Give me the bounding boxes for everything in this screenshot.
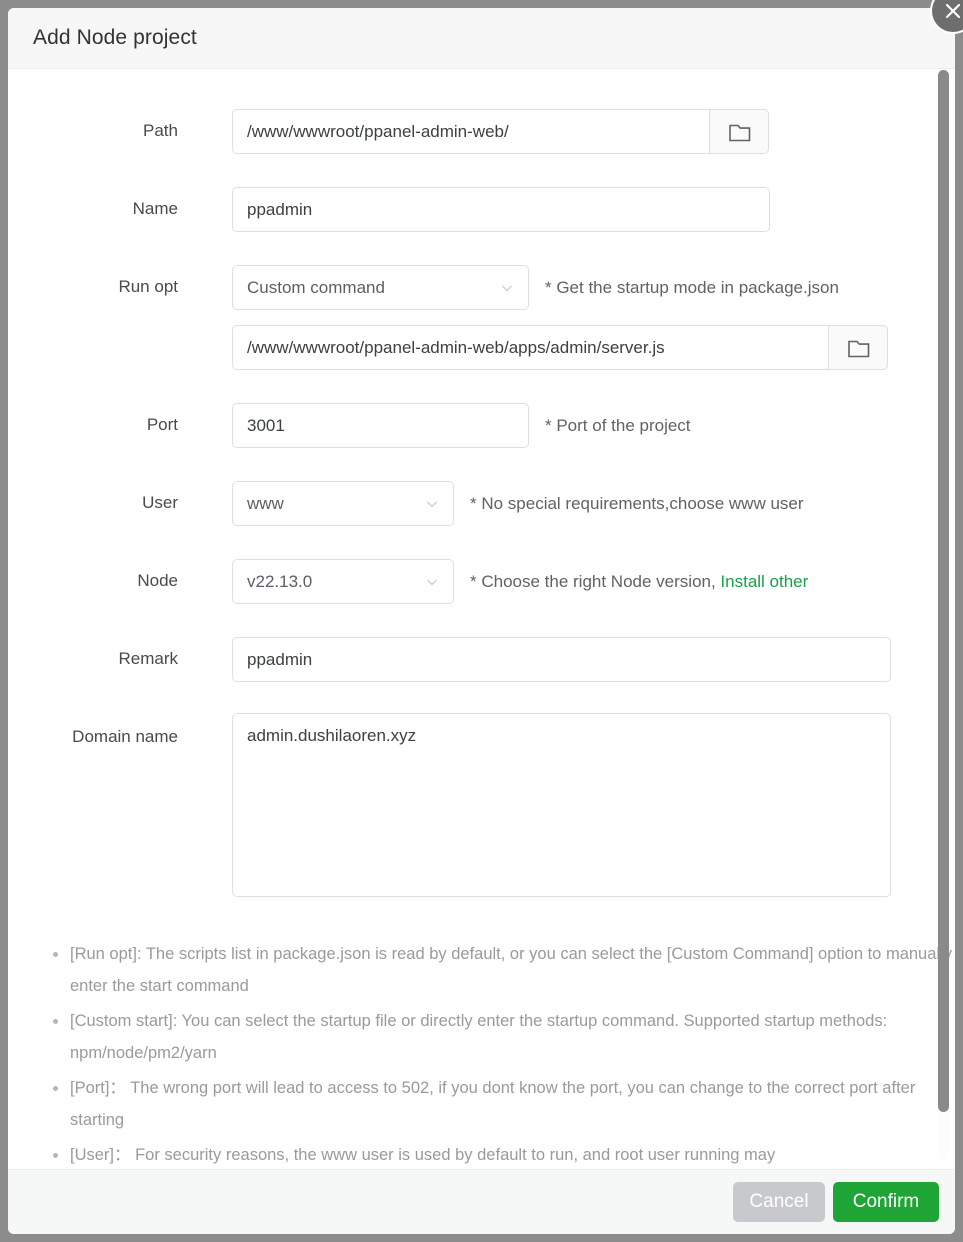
- add-node-project-dialog: Add Node project Path /www/wwwroot/ppane…: [8, 8, 955, 1234]
- remark-input[interactable]: [232, 637, 891, 682]
- node-select[interactable]: v22.13.0: [232, 559, 454, 604]
- node-label: Node: [137, 571, 178, 590]
- name-label: Name: [132, 199, 178, 218]
- user-label: User: [142, 493, 178, 512]
- list-item: [Custom start]: You can select the start…: [53, 1005, 955, 1069]
- screen: Add Node project Path /www/wwwroot/ppane…: [0, 0, 963, 1242]
- domain-textarea[interactable]: admin.dushilaoren.xyz: [232, 713, 891, 897]
- bottom-chrome-strip: [0, 1234, 963, 1242]
- port-input[interactable]: [232, 403, 529, 448]
- command-input[interactable]: [232, 325, 829, 370]
- dialog-body: Path Name: [8, 69, 955, 1169]
- run-opt-selected-value: Custom command: [247, 278, 385, 297]
- node-hint-prefix: * Choose the right Node version,: [470, 572, 721, 591]
- path-browse-button[interactable]: [709, 109, 769, 154]
- node-hint: * Choose the right Node version, Install…: [470, 572, 808, 592]
- top-chrome-strip: [0, 0, 963, 8]
- remark-label: Remark: [118, 649, 178, 668]
- path-input[interactable]: [232, 109, 710, 154]
- user-selected-value: www: [247, 494, 284, 513]
- name-input[interactable]: [232, 187, 770, 232]
- run-opt-select[interactable]: Custom command: [232, 265, 529, 310]
- cancel-button[interactable]: Cancel: [733, 1182, 825, 1222]
- left-chrome-strip: [0, 0, 8, 1242]
- path-label: Path: [143, 121, 178, 140]
- port-hint: * Port of the project: [545, 416, 691, 435]
- run-opt-hint: * Get the startup mode in package.json: [545, 278, 839, 297]
- list-item: [Run opt]: The scripts list in package.j…: [53, 938, 955, 1002]
- command-browse-button[interactable]: [828, 325, 888, 370]
- dialog-header: Add Node project: [8, 8, 955, 69]
- user-select[interactable]: www: [232, 481, 454, 526]
- list-item: [User]： For security reasons, the www us…: [53, 1139, 955, 1169]
- port-label: Port: [146, 415, 178, 434]
- dialog-footer: Cancel Confirm: [8, 1169, 955, 1234]
- dialog-scrollbar-thumb[interactable]: [938, 70, 949, 1112]
- page-title: Add Node project: [33, 26, 197, 49]
- install-other-link[interactable]: Install other: [720, 572, 808, 591]
- list-item: [Port]： The wrong port will lead to acce…: [53, 1072, 955, 1136]
- node-selected-value: v22.13.0: [247, 572, 313, 591]
- domain-label: Domain name: [72, 727, 178, 746]
- user-hint: * No special requirements,choose www use…: [470, 494, 804, 513]
- help-notes-list: [Run opt]: The scripts list in package.j…: [44, 938, 955, 1169]
- run-opt-label: Run opt: [118, 277, 178, 296]
- confirm-button[interactable]: Confirm: [833, 1182, 939, 1222]
